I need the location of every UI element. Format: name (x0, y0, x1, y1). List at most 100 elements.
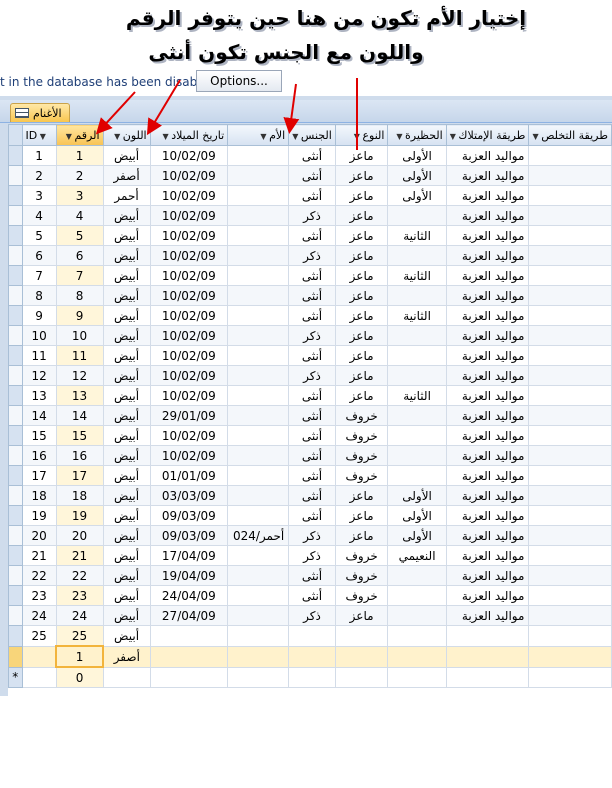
cell-color[interactable]: أبيض (102, 605, 151, 626)
cell-pen[interactable] (387, 565, 447, 586)
cell-dispose[interactable] (528, 325, 612, 346)
cell-mother[interactable] (227, 385, 290, 406)
cell-dob[interactable] (149, 666, 229, 688)
table-row[interactable]: 12 12 أبيض 10/02/09 ذكر ماعز مواليد العزبة (8, 365, 612, 386)
cell-dispose[interactable] (528, 405, 612, 426)
cell-mother[interactable] (227, 666, 290, 688)
row-selector[interactable] (8, 165, 23, 186)
column-header-mother[interactable]: ▼ الأم (227, 124, 290, 146)
cell-type[interactable]: ماعز (334, 385, 389, 406)
cell-dob[interactable]: 10/02/09 (149, 325, 229, 346)
cell-sex[interactable]: أنثى (288, 385, 336, 406)
cell-type[interactable]: ماعز (334, 205, 389, 226)
cell-mother[interactable] (227, 325, 290, 346)
cell-num[interactable]: 0 (55, 666, 104, 688)
cell-method[interactable]: مواليد العزبة (445, 605, 530, 626)
row-selector[interactable] (8, 205, 23, 226)
table-row[interactable]: 17 17 أبيض 01/01/09 أنثى خروف مواليد العزبة (8, 465, 612, 486)
cell-dob[interactable]: 10/02/09 (149, 365, 229, 386)
cell-num[interactable]: 2 (55, 165, 104, 186)
cell-id[interactable]: 21 (21, 545, 57, 566)
cell-type[interactable]: ماعز (334, 345, 389, 366)
cell-dispose[interactable] (528, 645, 612, 668)
cell-method[interactable]: مواليد العزبة (445, 145, 530, 166)
cell-sex[interactable]: أنثى (288, 265, 336, 286)
cell-pen[interactable]: الأولى (387, 165, 447, 186)
cell-dob[interactable]: 10/02/09 (149, 205, 229, 226)
cell-num[interactable]: 17 (55, 465, 104, 486)
cell-color[interactable]: أبيض (102, 425, 151, 446)
cell-dob[interactable]: 10/02/09 (149, 305, 229, 326)
cell-id[interactable]: 6 (21, 245, 57, 266)
cell-type[interactable]: خروف (334, 465, 389, 486)
cell-method[interactable]: مواليد العزبة (445, 185, 530, 206)
cell-method[interactable]: مواليد العزبة (445, 285, 530, 306)
column-header-pen[interactable]: ▼ الحظيرة (387, 124, 447, 146)
cell-dob[interactable]: 27/04/09 (149, 605, 229, 626)
row-selector[interactable] (8, 625, 23, 647)
cell-method[interactable]: مواليد العزبة (445, 345, 530, 366)
cell-sex[interactable]: أنثى (288, 285, 336, 306)
cell-mother[interactable] (227, 585, 290, 606)
cell-color[interactable]: أصفر (102, 165, 151, 186)
cell-dob[interactable]: 09/03/09 (149, 505, 229, 526)
cell-type[interactable]: ماعز (334, 525, 389, 546)
options-button[interactable]: Options... (196, 70, 282, 92)
cell-mother[interactable] (227, 365, 290, 386)
row-selector[interactable] (8, 265, 23, 286)
select-all-corner[interactable] (8, 124, 23, 146)
table-row[interactable]: 15 15 أبيض 10/02/09 أنثى خروف مواليد العزبة (8, 425, 612, 446)
row-selector[interactable]: * (8, 666, 23, 688)
table-row[interactable]: 13 13 أبيض 10/02/09 أنثى ماعز الثانية مواليد ال… (8, 385, 612, 406)
cell-num[interactable]: 22 (55, 565, 104, 586)
cell-pen[interactable]: الثانية (387, 305, 447, 326)
cell-num[interactable]: 9 (55, 305, 104, 326)
cell-pen[interactable]: الثانية (387, 225, 447, 246)
table-row[interactable]: 25 25 أبيض (8, 625, 612, 647)
cell-id[interactable]: 3 (21, 185, 57, 206)
cell-pen[interactable]: الثانية (387, 385, 447, 406)
cell-num[interactable]: 15 (55, 425, 104, 446)
cell-num[interactable]: 1 (55, 645, 104, 668)
cell-dispose[interactable] (528, 465, 612, 486)
cell-color[interactable]: أصفر (102, 645, 151, 668)
cell-dispose[interactable] (528, 505, 612, 526)
cell-type[interactable]: ماعز (334, 285, 389, 306)
cell-mother[interactable] (227, 645, 290, 668)
cell-dispose[interactable] (528, 485, 612, 506)
cell-dob[interactable]: 10/02/09 (149, 345, 229, 366)
cell-pen[interactable] (387, 325, 447, 346)
cell-sex[interactable]: أنثى (288, 505, 336, 526)
cell-id[interactable]: 19 (21, 505, 57, 526)
cell-type[interactable]: ماعز (334, 245, 389, 266)
cell-num[interactable]: 12 (55, 365, 104, 386)
cell-id[interactable]: 7 (21, 265, 57, 286)
cell-id[interactable]: 20 (21, 525, 57, 546)
cell-pen[interactable] (387, 285, 447, 306)
cell-method[interactable]: مواليد العزبة (445, 265, 530, 286)
cell-type[interactable]: خروف (334, 425, 389, 446)
cell-num[interactable]: 11 (55, 345, 104, 366)
cell-dob[interactable] (149, 645, 229, 668)
cell-color[interactable]: أبيض (102, 545, 151, 566)
sort-dropdown-icon[interactable]: ▼ (260, 132, 269, 141)
cell-mother[interactable] (227, 265, 290, 286)
cell-mother[interactable] (227, 445, 290, 466)
cell-mother[interactable] (227, 145, 290, 166)
cell-type[interactable]: ماعز (334, 265, 389, 286)
cell-mother[interactable] (227, 285, 290, 306)
row-selector[interactable] (8, 605, 23, 626)
cell-pen[interactable] (387, 445, 447, 466)
cell-num[interactable]: 7 (55, 265, 104, 286)
cell-id[interactable]: 13 (21, 385, 57, 406)
cell-mother[interactable] (227, 545, 290, 566)
cell-sex[interactable]: ذكر (288, 325, 336, 346)
row-selector[interactable] (8, 505, 23, 526)
cell-type[interactable]: خروف (334, 545, 389, 566)
cell-color[interactable]: أحمر (102, 185, 151, 206)
row-selector[interactable] (8, 225, 23, 246)
cell-sex[interactable] (288, 645, 336, 668)
row-selector[interactable] (8, 445, 23, 466)
row-selector[interactable] (8, 245, 23, 266)
cell-mother[interactable] (227, 245, 290, 266)
